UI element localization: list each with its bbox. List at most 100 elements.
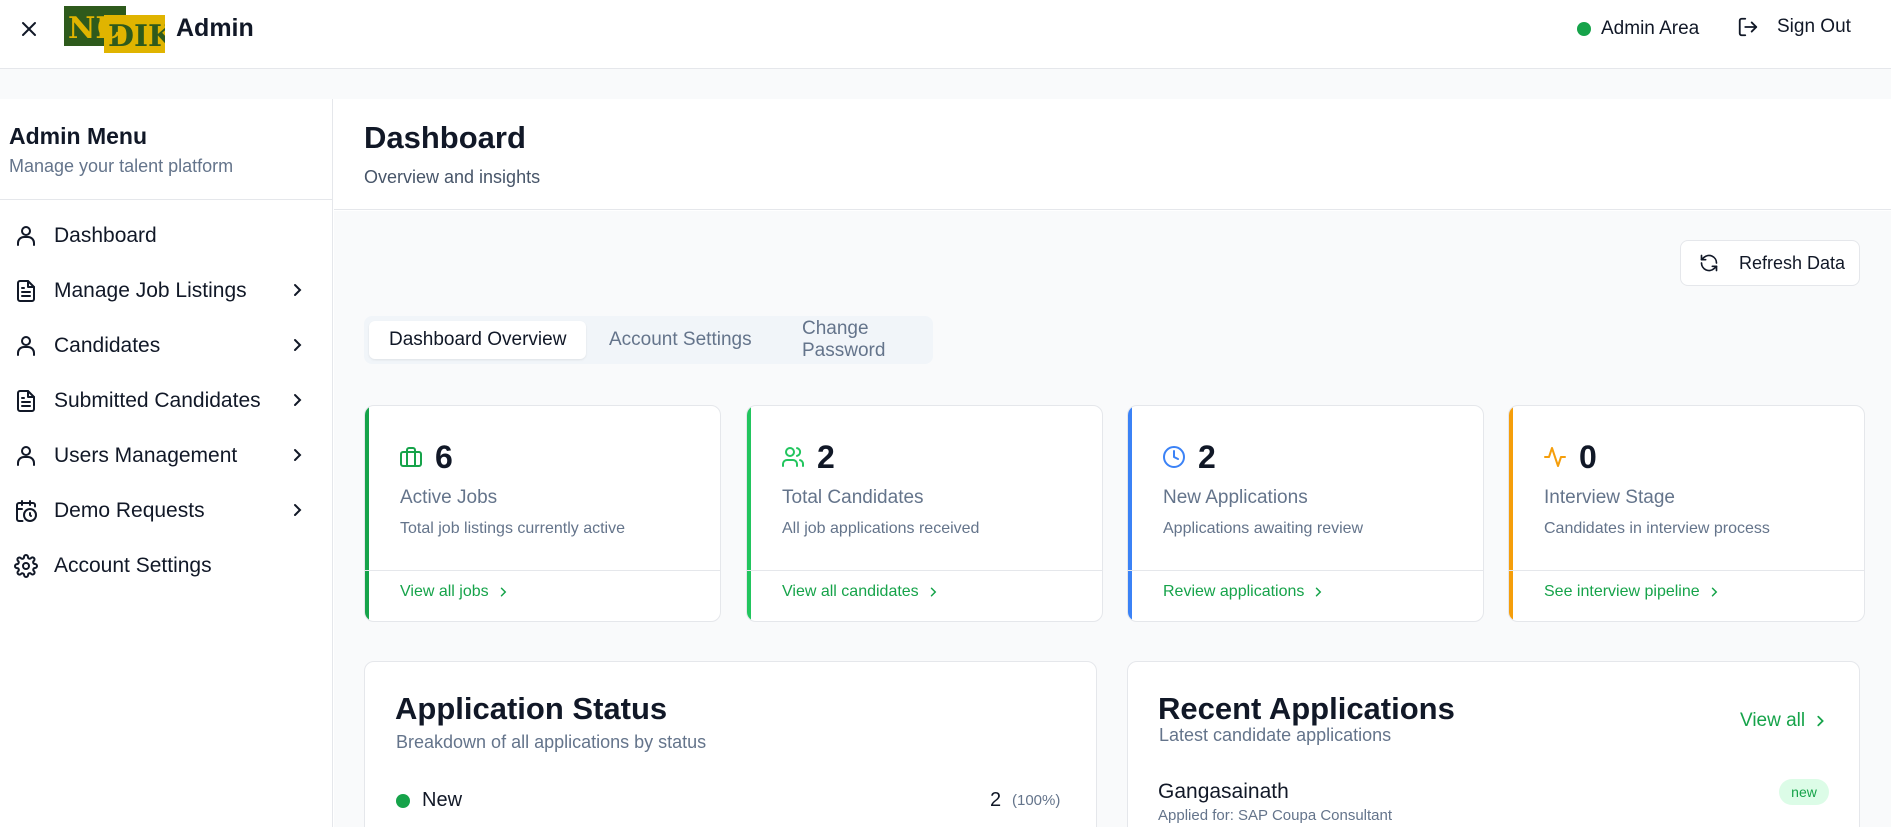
stat-value: 6 xyxy=(435,439,453,475)
divider xyxy=(1509,570,1864,571)
chevron-right-icon xyxy=(927,586,939,598)
review-applications-link[interactable]: Review applications xyxy=(1163,572,1324,612)
applied-for: Applied for: SAP Coupa Consultant xyxy=(1158,807,1393,824)
status-percent: (100%) xyxy=(1012,792,1061,809)
accent-bar xyxy=(365,406,369,621)
chevron-right-icon xyxy=(1813,714,1827,728)
top-header: NI DIK C Admin Admin Area Sign Out xyxy=(0,0,1891,69)
sidebar-item-dashboard[interactable]: Dashboard xyxy=(0,208,333,263)
sidebar: Admin Menu Manage your talent platform D… xyxy=(0,99,333,827)
panel-title: Recent Applications xyxy=(1158,691,1455,726)
accent-bar xyxy=(1509,406,1513,621)
header-spacer xyxy=(0,69,1891,99)
user-icon xyxy=(14,334,38,358)
status-count: 2 xyxy=(990,789,1002,811)
document-icon xyxy=(14,389,38,413)
accent-bar xyxy=(1128,406,1132,621)
divider xyxy=(365,570,720,571)
applicant-name[interactable]: Gangasainath xyxy=(1158,780,1289,804)
tab-list: Dashboard Overview Account Settings Chan… xyxy=(364,316,933,364)
see-interview-pipeline-link[interactable]: See interview pipeline xyxy=(1544,572,1720,612)
sidebar-item-demo-requests[interactable]: Demo Requests xyxy=(0,483,333,538)
panel-title: Application Status xyxy=(395,691,668,726)
sidebar-item-label: Users Management xyxy=(54,443,238,467)
close-icon[interactable] xyxy=(18,18,40,40)
brand-title: Admin xyxy=(176,14,254,42)
divider xyxy=(747,570,1102,571)
status-label: New xyxy=(422,789,463,811)
view-all-label: View all xyxy=(1740,710,1806,731)
stat-card-active-jobs: 6 Active Jobs Total job listings current… xyxy=(364,405,721,622)
sidebar-item-users-management[interactable]: Users Management xyxy=(0,428,333,483)
sidebar-item-label: Manage Job Listings xyxy=(54,278,247,302)
chevron-right-icon xyxy=(497,586,509,598)
status-badge: new xyxy=(1779,779,1829,805)
chevron-right-icon xyxy=(1312,586,1324,598)
link-label: View all jobs xyxy=(400,583,489,600)
calendar-clock-icon xyxy=(14,499,38,523)
chevron-right-icon xyxy=(289,282,305,298)
view-all-link[interactable]: View all xyxy=(1740,710,1827,732)
link-label: View all candidates xyxy=(782,583,919,600)
chevron-right-icon xyxy=(289,502,305,518)
page-subtitle: Overview and insights xyxy=(364,167,541,187)
divider xyxy=(1128,570,1483,571)
stat-description: All job applications received xyxy=(782,520,980,537)
user-icon xyxy=(14,444,38,468)
chevron-right-icon xyxy=(289,447,305,463)
refresh-icon xyxy=(1699,253,1719,273)
sidebar-item-candidates[interactable]: Candidates xyxy=(0,318,333,373)
sidebar-item-label: Candidates xyxy=(54,333,161,357)
refresh-label: Refresh Data xyxy=(1739,252,1846,273)
gear-icon xyxy=(14,554,38,578)
sign-out-label: Sign Out xyxy=(1777,16,1851,37)
stat-description: Candidates in interview process xyxy=(1544,520,1770,537)
stat-card-new-applications: 2 New Applications Applications awaiting… xyxy=(1127,405,1484,622)
stat-description: Applications awaiting review xyxy=(1163,520,1364,537)
stat-name: Interview Stage xyxy=(1544,487,1675,508)
refresh-data-button[interactable]: Refresh Data xyxy=(1680,240,1860,286)
chevron-right-icon xyxy=(1708,586,1720,598)
sidebar-item-submitted-candidates[interactable]: Submitted Candidates xyxy=(0,373,333,428)
users-icon xyxy=(781,445,805,469)
link-label: See interview pipeline xyxy=(1544,583,1700,600)
panel-subtitle: Breakdown of all applications by status xyxy=(396,732,707,752)
logo[interactable]: NI DIK C xyxy=(64,6,165,53)
admin-area-label: Admin Area xyxy=(1601,18,1700,39)
stat-description: Total job listings currently active xyxy=(400,520,625,537)
svg-text:C: C xyxy=(97,11,121,46)
stat-value: 2 xyxy=(817,439,835,475)
sidebar-item-label: Demo Requests xyxy=(54,498,205,522)
status-row-new: New 2 (100%) xyxy=(396,789,1076,812)
status-dot xyxy=(1577,22,1591,36)
user-icon xyxy=(14,224,38,248)
sidebar-title: Admin Menu xyxy=(9,123,147,149)
document-icon xyxy=(14,279,38,303)
sidebar-item-label: Submitted Candidates xyxy=(54,388,261,412)
link-label: Review applications xyxy=(1163,583,1305,600)
sidebar-subtitle: Manage your talent platform xyxy=(9,156,234,176)
stat-card-interview-stage: 0 Interview Stage Candidates in intervie… xyxy=(1508,405,1865,622)
page-title: Dashboard xyxy=(364,120,526,155)
sidebar-item-label: Dashboard xyxy=(54,223,157,247)
tab-account-settings[interactable]: Account Settings xyxy=(589,321,772,359)
accent-bar xyxy=(747,406,751,621)
sidebar-item-account-settings[interactable]: Account Settings xyxy=(0,538,333,593)
tab-dashboard-overview[interactable]: Dashboard Overview xyxy=(369,321,587,359)
view-all-jobs-link[interactable]: View all jobs xyxy=(400,572,509,612)
tab-change-password[interactable]: Change Password xyxy=(782,318,933,361)
sidebar-item-label: Account Settings xyxy=(54,553,212,577)
application-status-panel: Application Status Breakdown of all appl… xyxy=(364,661,1097,827)
stat-value: 2 xyxy=(1198,439,1216,475)
divider xyxy=(0,199,333,200)
stat-value: 0 xyxy=(1579,439,1597,475)
sign-out-button[interactable]: Sign Out xyxy=(1737,16,1851,38)
stat-card-total-candidates: 2 Total Candidates All job applications … xyxy=(746,405,1103,622)
briefcase-icon xyxy=(399,445,423,469)
sidebar-item-manage-job-listings[interactable]: Manage Job Listings xyxy=(0,263,333,318)
chevron-right-icon xyxy=(289,392,305,408)
panel-subtitle: Latest candidate applications xyxy=(1159,725,1392,745)
stat-name: Active Jobs xyxy=(400,487,498,508)
view-all-candidates-link[interactable]: View all candidates xyxy=(782,572,939,612)
sign-out-icon xyxy=(1737,16,1759,38)
